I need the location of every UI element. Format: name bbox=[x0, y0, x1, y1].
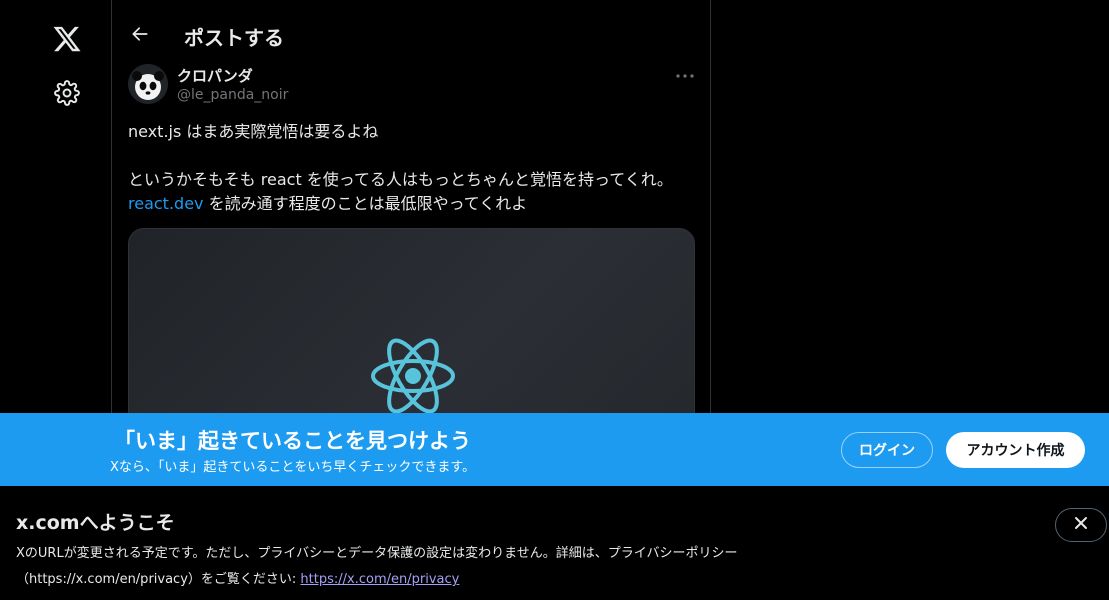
post-text-line: を読み通す程度のことは最低限やってくれよ bbox=[203, 194, 528, 213]
close-icon bbox=[1073, 515, 1089, 535]
author-handle[interactable]: @le_panda_noir bbox=[177, 87, 288, 103]
arrow-left-icon bbox=[130, 24, 150, 48]
more-options-button[interactable] bbox=[674, 68, 696, 82]
ellipsis-icon bbox=[674, 68, 696, 87]
notice-body: XのURLが変更される予定です。ただし、プライバシーとデータ保護の設定は変わりま… bbox=[16, 541, 896, 593]
post-header: ポストする bbox=[112, 0, 710, 70]
back-button[interactable] bbox=[126, 22, 154, 50]
post-text-line: next.js はまあ実際覚悟は要るよね bbox=[128, 122, 379, 141]
banner-title: 「いま」起きていることを見つけよう bbox=[114, 429, 471, 453]
react-dev-link[interactable]: react.dev bbox=[128, 194, 204, 213]
signup-banner: 「いま」起きていることを見つけよう Xなら、「いま」起きていることをいち早くチェ… bbox=[0, 413, 1109, 486]
gear-icon[interactable] bbox=[54, 80, 80, 106]
x-logo-icon[interactable] bbox=[52, 24, 82, 54]
page-title: ポストする bbox=[184, 26, 284, 50]
close-notice-button[interactable] bbox=[1055, 508, 1107, 542]
banner-subtitle: Xなら、「いま」起きていることをいち早くチェックできます。 bbox=[110, 460, 476, 475]
privacy-link[interactable]: https://x.com/en/privacy bbox=[300, 572, 459, 587]
notice-title: x.comへようこそ bbox=[16, 512, 175, 534]
react-logo-icon bbox=[368, 335, 458, 417]
avatar[interactable] bbox=[128, 64, 168, 104]
author-display-name[interactable]: クロパンダ bbox=[177, 65, 253, 86]
post-text: next.js はまあ実際覚悟は要るよね というかそもそも react を使って… bbox=[128, 120, 688, 216]
post-text-line: というかそもそも react を使ってる人はもっとちゃんと覚悟を持ってくれ。 bbox=[128, 170, 673, 189]
welcome-notice: x.comへようこそ XのURLが変更される予定です。ただし、プライバシーとデー… bbox=[0, 486, 1109, 600]
login-button[interactable]: ログイン bbox=[841, 432, 933, 468]
create-account-button[interactable]: アカウント作成 bbox=[946, 432, 1085, 468]
post-text-paragraph: というかそもそも react を使ってる人はもっとちゃんと覚悟を持ってくれ。 re… bbox=[128, 168, 688, 216]
